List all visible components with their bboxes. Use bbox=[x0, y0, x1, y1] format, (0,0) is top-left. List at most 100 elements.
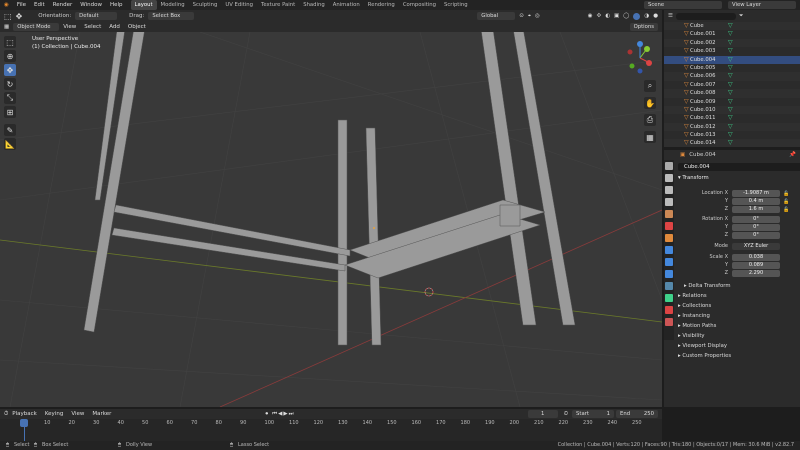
transform-orientation-dropdown[interactable]: Global bbox=[477, 12, 516, 20]
select-box-tool-icon[interactable]: ⬚ bbox=[4, 36, 16, 48]
texture-props-icon[interactable] bbox=[665, 318, 673, 326]
outliner-item[interactable]: ▽ Cube.009 ▽ bbox=[664, 98, 800, 106]
scale-y-field[interactable]: 0.089 bbox=[732, 262, 780, 269]
object-name-field[interactable]: Cube.004 bbox=[678, 163, 800, 171]
outliner-item[interactable]: ▽ Cube.013 ▽ bbox=[664, 131, 800, 139]
scale-z-field[interactable]: 2.290 bbox=[732, 270, 780, 277]
panel-delta-transform[interactable]: ▸ Delta Transform bbox=[684, 282, 731, 291]
outliner-item[interactable]: ▽ Cube ▽ bbox=[664, 22, 800, 31]
workspace-tab-sculpting[interactable]: Sculpting bbox=[189, 0, 222, 10]
outliner-item[interactable]: ▽ Cube.012 ▽ bbox=[664, 122, 800, 132]
transform-tool-icon[interactable]: ⊞ bbox=[4, 106, 16, 118]
lock-location-x-icon[interactable]: 🔓 bbox=[783, 190, 789, 198]
workspace-tab-scripting[interactable]: Scripting bbox=[440, 0, 472, 10]
outliner-item[interactable]: ▽ Cube.005 ▽ bbox=[664, 64, 800, 72]
output-props-icon[interactable] bbox=[665, 186, 673, 194]
panel-collections[interactable]: ▸ Collections bbox=[678, 302, 711, 311]
modifier-props-icon[interactable] bbox=[665, 246, 673, 254]
panel-relations[interactable]: ▸ Relations bbox=[678, 292, 707, 301]
xray-toggle-icon[interactable]: ▣ bbox=[614, 13, 619, 19]
workspace-tab-rendering[interactable]: Rendering bbox=[364, 0, 399, 10]
menu-help[interactable]: Help bbox=[106, 0, 127, 10]
menu-window[interactable]: Window bbox=[76, 0, 106, 10]
tool-props-icon[interactable] bbox=[665, 162, 673, 170]
outliner-item[interactable]: ▽ Cube.010 ▽ bbox=[664, 105, 800, 115]
menu-timeline-view[interactable]: View bbox=[67, 409, 88, 419]
location-x-field[interactable]: -1.9087 m bbox=[732, 190, 780, 197]
gizmo-toggle-icon[interactable]: ✣ bbox=[597, 13, 602, 19]
playhead[interactable] bbox=[20, 419, 28, 427]
pan-hand-icon[interactable]: ✋ bbox=[644, 97, 656, 109]
menu-object[interactable]: Object bbox=[124, 22, 150, 32]
proportional-edit-icon[interactable]: ◎ bbox=[535, 13, 540, 19]
workspace-tab-uv-editing[interactable]: UV Editing bbox=[221, 0, 257, 10]
menu-playback[interactable]: Playback bbox=[8, 409, 41, 419]
outliner-item[interactable]: ▽ Cube.003 ▽ bbox=[664, 47, 800, 55]
orientation-dropdown[interactable]: Default bbox=[75, 12, 118, 20]
filter-icon[interactable]: ⏷ bbox=[739, 13, 743, 20]
scale-tool-icon[interactable]: ⤡ bbox=[4, 92, 16, 104]
menu-select[interactable]: Select bbox=[80, 22, 105, 32]
3d-viewport[interactable]: User Perspective (1) Collection | Cube.0… bbox=[0, 32, 662, 407]
start-frame-field[interactable]: Start 1 bbox=[572, 410, 614, 418]
panel-visibility[interactable]: ▸ Visibility bbox=[678, 332, 705, 341]
menu-marker[interactable]: Marker bbox=[88, 409, 115, 419]
outliner-item[interactable]: ▽ Cube.007 ▽ bbox=[664, 81, 800, 89]
cursor-tool-icon[interactable]: ⊕ bbox=[4, 50, 16, 62]
panel-instancing[interactable]: ▸ Instancing bbox=[678, 312, 710, 321]
outliner-search-field[interactable] bbox=[675, 12, 736, 20]
end-frame-field[interactable]: End 250 bbox=[616, 410, 658, 418]
outliner-item[interactable]: ▽ Cube.002 ▽ bbox=[664, 38, 800, 48]
outliner-item[interactable]: ▽ Cube.001 ▽ bbox=[664, 30, 800, 38]
world-props-icon[interactable] bbox=[665, 222, 673, 230]
particles-props-icon[interactable] bbox=[665, 258, 673, 266]
panel-custom-properties[interactable]: ▸ Custom Properties bbox=[678, 352, 731, 361]
menu-render[interactable]: Render bbox=[49, 0, 77, 10]
outliner-item[interactable]: ▽ Cube.006 ▽ bbox=[664, 72, 800, 81]
lock-location-y-icon[interactable]: 🔓 bbox=[783, 198, 789, 206]
menu-keying[interactable]: Keying bbox=[41, 409, 67, 419]
pivot-icon[interactable]: ⊙ bbox=[519, 13, 524, 19]
outliner-item[interactable]: ▽ Cube.008 ▽ bbox=[664, 89, 800, 98]
shading-rendered-icon[interactable]: ● bbox=[653, 13, 658, 19]
lock-location-z-icon[interactable]: 🔓 bbox=[783, 206, 789, 214]
data-props-icon[interactable] bbox=[665, 294, 673, 302]
playback-controls[interactable]: ⏮◀▶⏭ bbox=[272, 411, 294, 418]
outliner-item[interactable]: ▽ Cube.004 ▽ bbox=[664, 55, 800, 64]
view-layer-props-icon[interactable] bbox=[665, 198, 673, 206]
workspace-tab-compositing[interactable]: Compositing bbox=[399, 0, 440, 10]
measure-tool-icon[interactable]: 📐 bbox=[4, 138, 16, 150]
clock-icon[interactable]: ⏲ bbox=[564, 411, 568, 418]
rotation-z-field[interactable]: 0° bbox=[732, 232, 780, 239]
outliner-editor-icon[interactable]: ☰ bbox=[668, 13, 673, 19]
view-layer-selector[interactable]: View Layer bbox=[728, 1, 796, 9]
scene-props-icon[interactable] bbox=[665, 210, 673, 218]
3d-cursor[interactable] bbox=[424, 287, 434, 297]
menu-edit[interactable]: Edit bbox=[30, 0, 49, 10]
workspace-tab-animation[interactable]: Animation bbox=[329, 0, 364, 10]
shading-material-icon[interactable]: ◑ bbox=[644, 13, 649, 19]
zoom-icon[interactable]: ⌕ bbox=[644, 80, 656, 92]
physics-props-icon[interactable] bbox=[665, 270, 673, 278]
panel-viewport-display[interactable]: ▸ Viewport Display bbox=[678, 342, 727, 351]
options-dropdown[interactable]: Options bbox=[629, 23, 658, 31]
rotation-mode-dropdown[interactable]: XYZ Euler bbox=[732, 243, 780, 250]
outliner-item[interactable]: ▽ Cube.011 ▽ bbox=[664, 114, 800, 122]
transform-panel-header[interactable]: ▾ Transform bbox=[678, 175, 709, 181]
record-icon[interactable]: ⏺ bbox=[265, 411, 268, 418]
menu-file[interactable]: File bbox=[13, 0, 30, 10]
rotate-tool-icon[interactable]: ↻ bbox=[4, 78, 16, 90]
mode-dropdown[interactable]: Object Mode bbox=[13, 23, 60, 31]
object-props-icon[interactable] bbox=[665, 234, 673, 242]
drag-dropdown[interactable]: Select Box bbox=[148, 12, 195, 20]
workspace-tab-modeling[interactable]: Modeling bbox=[157, 0, 189, 10]
snap-icon[interactable]: ⌖ bbox=[528, 13, 531, 20]
timeline-area[interactable]: 1102030405060708090100110120130140150160… bbox=[0, 419, 662, 441]
editor-type-icon[interactable]: ▦ bbox=[4, 24, 9, 30]
camera-icon[interactable]: ⎙ bbox=[644, 114, 656, 126]
menu-add[interactable]: Add bbox=[105, 22, 124, 32]
current-frame-field[interactable]: 1 bbox=[527, 410, 558, 418]
menu-view[interactable]: View bbox=[59, 22, 80, 32]
material-props-icon[interactable] bbox=[665, 306, 673, 314]
constraints-props-icon[interactable] bbox=[665, 282, 673, 290]
